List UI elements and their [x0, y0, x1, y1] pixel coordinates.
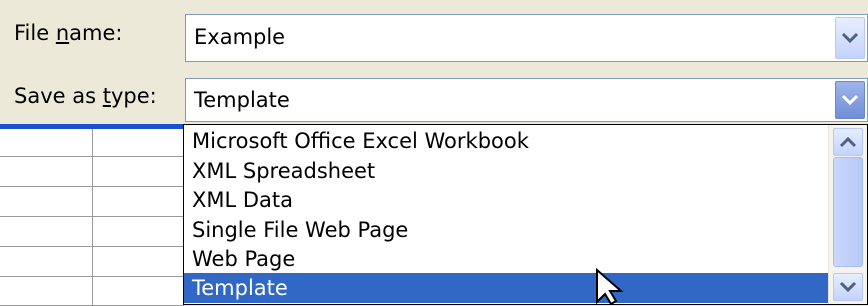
list-item[interactable]: Microsoft Office Excel Workbook	[184, 126, 829, 156]
chevron-down-icon	[839, 281, 857, 293]
scroll-thumb[interactable]	[833, 157, 863, 267]
save-as-type-value: Template	[194, 88, 290, 112]
list-scrollbar[interactable]	[828, 125, 867, 304]
file-name-field[interactable]: Example	[185, 14, 868, 62]
save-as-type-select[interactable]: Template	[185, 78, 868, 122]
save-as-type-dropdown-button[interactable]	[835, 81, 865, 119]
file-name-dropdown-button[interactable]	[835, 17, 865, 59]
scroll-up-button[interactable]	[833, 128, 863, 156]
scroll-down-button[interactable]	[833, 273, 863, 301]
mouse-pointer-icon	[596, 268, 624, 305]
list-item-selected[interactable]: Template	[184, 273, 829, 303]
list-item[interactable]: Web Page	[184, 244, 829, 274]
spreadsheet-background	[0, 124, 184, 306]
list-item[interactable]: XML Spreadsheet	[184, 156, 829, 186]
chevron-up-icon	[839, 136, 857, 148]
save-as-type-list[interactable]: Microsoft Office Excel Workbook XML Spre…	[183, 124, 868, 305]
save-as-type-label: Save as type:	[14, 84, 157, 108]
chevron-down-icon	[841, 32, 859, 44]
list-item[interactable]: XML Data	[184, 185, 829, 215]
chevron-down-icon	[841, 94, 859, 106]
file-name-value: Example	[194, 25, 286, 49]
list-item[interactable]: Single File Web Page	[184, 215, 829, 245]
file-name-label: File name:	[14, 21, 123, 45]
